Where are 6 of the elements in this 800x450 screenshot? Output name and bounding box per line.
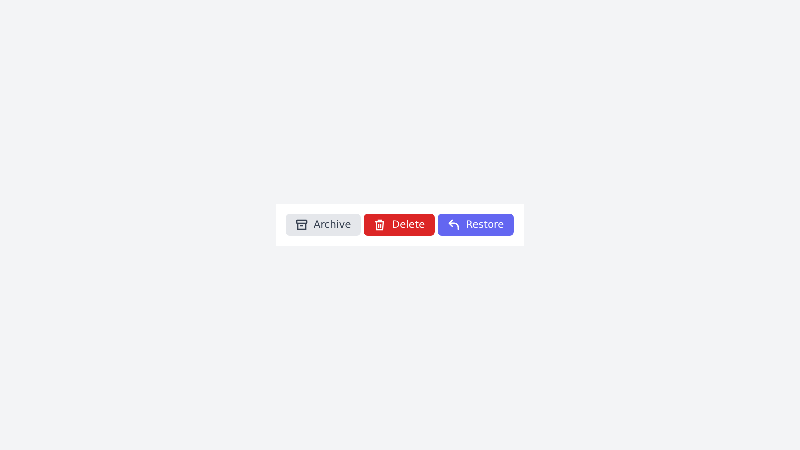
delete-button[interactable]: Delete — [364, 214, 436, 236]
archive-button[interactable]: Archive — [286, 214, 362, 236]
archive-box-icon — [296, 219, 308, 231]
trash-icon — [374, 219, 386, 231]
restore-button[interactable]: Restore — [438, 214, 514, 236]
reply-arrow-icon — [448, 219, 460, 231]
